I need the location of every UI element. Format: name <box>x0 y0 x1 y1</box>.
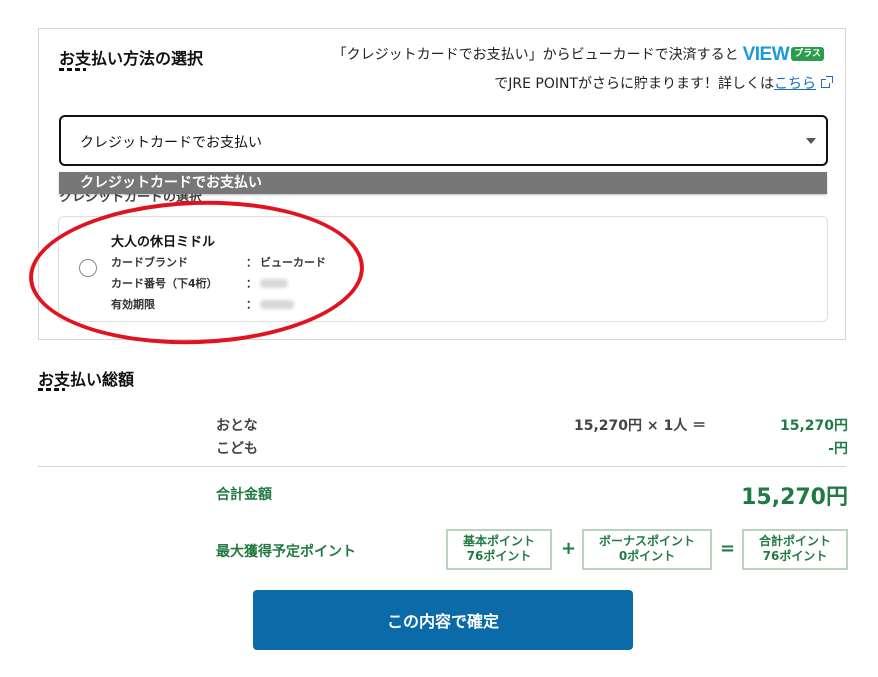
adult-label: おとな <box>216 418 258 434</box>
selected-payment-method: クレジットカードでお支払い <box>80 135 262 151</box>
adult-calc: 15,270円 × 1人 ＝ <box>574 418 707 434</box>
promo-text: 「クレジットカードでお支払い」からビューカードで決済すると <box>332 47 739 63</box>
child-label: こども <box>216 441 258 457</box>
external-link-icon[interactable] <box>821 75 833 88</box>
total-points-value: 76ポイント <box>762 549 828 563</box>
promo-text-2: でJRE POINTがさらに貯まります！詳しくは <box>494 76 774 92</box>
confirm-button[interactable]: この内容で確定 <box>253 590 633 650</box>
points-label: 最大獲得予定ポイント <box>216 544 356 560</box>
view-card-promo: 「クレジットカードでお支払い」からビューカードで決済すると VIEW プラス <box>333 44 824 64</box>
bonus-points-value: 0ポイント <box>618 549 676 563</box>
child-amount: -円 <box>828 441 848 457</box>
bonus-points-title: ボーナスポイント <box>598 534 695 548</box>
view-logo-text: VIEW <box>742 43 790 65</box>
total-points-box: 合計ポイント 76ポイント <box>742 529 848 570</box>
basic-points-box: 基本ポイント 76ポイント <box>446 529 552 570</box>
chevron-down-icon <box>806 138 816 144</box>
details-link[interactable]: こちら <box>774 73 816 93</box>
view-logo-badge: プラス <box>791 47 824 61</box>
plus-sign: + <box>561 538 577 559</box>
total-title: お支払い総額 <box>38 370 135 389</box>
dropdown-option-credit-card[interactable]: クレジットカードでお支払い <box>59 172 827 194</box>
basic-points-value: 76ポイント <box>466 549 532 563</box>
view-card-promo-line2: でJRE POINTがさらに貯まります！詳しくは こちら <box>494 73 833 93</box>
total-amount-label: 合計金額 <box>216 487 272 503</box>
divider <box>38 466 846 467</box>
adult-amount: 15,270円 <box>779 418 848 434</box>
bonus-points-box: ボーナスポイント 0ポイント <box>582 529 712 570</box>
basic-points-title: 基本ポイント <box>462 534 535 548</box>
payment-method-select[interactable]: クレジットカードでお支払い <box>59 115 828 166</box>
title-underline <box>59 68 86 71</box>
title-underline <box>38 388 65 391</box>
view-plus-logo: VIEW プラス <box>743 45 824 64</box>
total-points-title: 合計ポイント <box>758 534 831 548</box>
total-amount-value: 15,270円 <box>741 485 848 510</box>
equals-sign: = <box>720 538 736 559</box>
payment-method-title: お支払い方法の選択 <box>59 49 204 68</box>
